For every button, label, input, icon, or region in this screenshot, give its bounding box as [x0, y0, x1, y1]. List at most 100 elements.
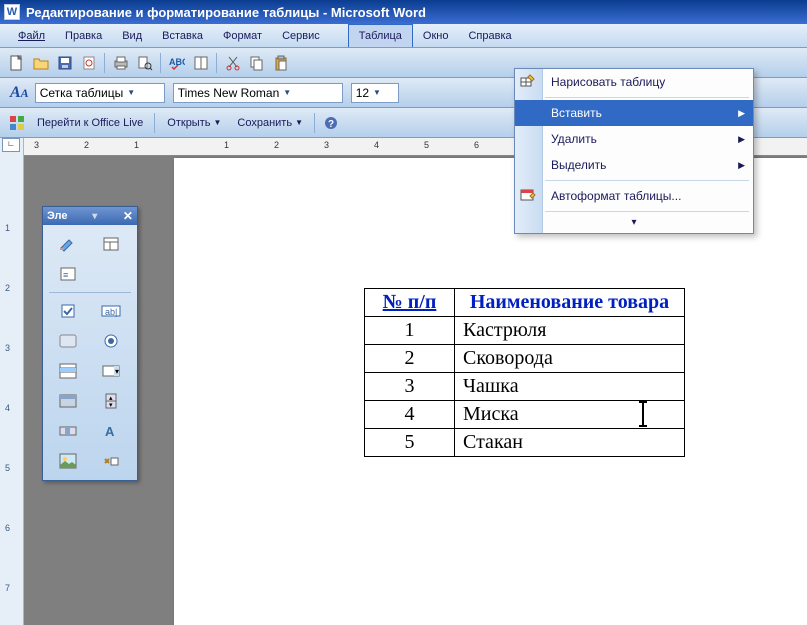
view-code-button[interactable]: ≡: [49, 261, 87, 287]
ruler-mark: 1: [5, 223, 10, 233]
svg-text:A: A: [105, 424, 115, 439]
officelive-save-button[interactable]: Сохранить▼: [230, 112, 310, 134]
cell-name[interactable]: Миска: [455, 401, 685, 429]
more-controls-button[interactable]: [92, 448, 130, 474]
cell-name[interactable]: Кастрюля: [455, 317, 685, 345]
header-name: Наименование товара: [455, 289, 685, 317]
fontsize-combo[interactable]: 12 ▼: [351, 83, 399, 103]
menu-delete-submenu[interactable]: Удалить ▶: [515, 126, 753, 152]
ruler-mark: 3: [34, 140, 39, 150]
menu-view[interactable]: Вид: [112, 24, 152, 47]
menu-insert-submenu[interactable]: Вставить ▶: [515, 100, 753, 126]
window-title: Редактирование и форматирование таблицы …: [26, 5, 426, 20]
menu-select-submenu[interactable]: Выделить ▶: [515, 152, 753, 178]
officelive-open-button[interactable]: Открыть▼: [160, 112, 228, 134]
textbox-control-button[interactable]: ab|: [92, 298, 130, 324]
table-row[interactable]: 4 Миска: [365, 401, 685, 429]
style-combo[interactable]: Сетка таблицы ▼: [35, 83, 165, 103]
menu-insert[interactable]: Вставка: [152, 24, 213, 47]
cell-num[interactable]: 4: [365, 401, 455, 429]
table-menu-dropdown: Нарисовать таблицу Вставить ▶ Удалить ▶ …: [514, 68, 754, 234]
autoformat-icon: [519, 186, 537, 204]
svg-text:≡: ≡: [63, 270, 68, 280]
toggle-button-control[interactable]: [49, 388, 87, 414]
cut-button[interactable]: [222, 52, 244, 74]
styles-icon: AA: [10, 84, 29, 102]
table-row[interactable]: 1 Кастрюля: [365, 317, 685, 345]
text-cursor-icon: [642, 403, 644, 425]
ruler-mark: 2: [84, 140, 89, 150]
toolbox-drag-handle-icon[interactable]: ▾: [92, 211, 98, 222]
menu-tools[interactable]: Сервис: [272, 24, 330, 47]
menu-expand-icon[interactable]: ▾: [515, 214, 753, 233]
ruler-mark: 5: [5, 463, 10, 473]
checkbox-control-button[interactable]: [49, 298, 87, 324]
menu-autoformat[interactable]: Автоформат таблицы...: [515, 183, 753, 209]
table-row[interactable]: 2 Сковорода: [365, 345, 685, 373]
svg-text:▾: ▾: [115, 367, 119, 376]
combobox-control-button[interactable]: ▾: [92, 358, 130, 384]
svg-text:?: ?: [328, 119, 334, 130]
menu-format[interactable]: Формат: [213, 24, 272, 47]
new-doc-button[interactable]: [6, 52, 28, 74]
ruler-mark: 1: [134, 140, 139, 150]
scrollbar-control[interactable]: [49, 418, 87, 444]
officelive-icon[interactable]: [6, 112, 28, 134]
toolbox-titlebar[interactable]: Эле ▾ ✕: [43, 207, 137, 225]
ruler-mark: 6: [5, 523, 10, 533]
menu-help[interactable]: Справка: [458, 24, 521, 47]
research-button[interactable]: [190, 52, 212, 74]
spellcheck-button[interactable]: ABC: [166, 52, 188, 74]
ruler-mark: 3: [5, 343, 10, 353]
label-control-button[interactable]: A: [92, 418, 130, 444]
menu-edit[interactable]: Правка: [55, 24, 112, 47]
table-header-row: № п/п Наименование товара: [365, 289, 685, 317]
spin-button-control[interactable]: ▴▾: [92, 388, 130, 414]
properties-button[interactable]: [92, 231, 130, 257]
font-combo[interactable]: Times New Roman ▼: [173, 83, 343, 103]
ruler-mark: 2: [5, 283, 10, 293]
image-control-button[interactable]: [49, 448, 87, 474]
cell-name[interactable]: Сковорода: [455, 345, 685, 373]
command-button-control[interactable]: [49, 328, 87, 354]
svg-text:▾: ▾: [109, 402, 113, 409]
table-row[interactable]: 5 Стакан: [365, 429, 685, 457]
help-button[interactable]: ?: [320, 112, 342, 134]
print-button[interactable]: [110, 52, 132, 74]
menu-table[interactable]: Таблица: [348, 24, 413, 47]
chevron-down-icon: ▼: [127, 88, 135, 97]
cell-num[interactable]: 1: [365, 317, 455, 345]
save-button[interactable]: [54, 52, 76, 74]
chevron-down-icon: ▼: [373, 88, 381, 97]
menu-file[interactable]: Файл: [8, 24, 55, 47]
paste-button[interactable]: [270, 52, 292, 74]
style-combo-text: Сетка таблицы: [40, 86, 124, 100]
menu-bar: Файл Правка Вид Вставка Формат Сервис Та…: [0, 24, 807, 48]
cell-name[interactable]: Чашка: [455, 373, 685, 401]
listbox-control-button[interactable]: [49, 358, 87, 384]
menu-window[interactable]: Окно: [413, 24, 459, 47]
ruler-corner-icon: ∟: [2, 138, 20, 152]
ruler-mark: 2: [274, 140, 279, 150]
ruler-mark: 4: [374, 140, 379, 150]
open-button[interactable]: [30, 52, 52, 74]
cell-num[interactable]: 2: [365, 345, 455, 373]
cell-name[interactable]: Стакан: [455, 429, 685, 457]
ruler-mark: 6: [474, 140, 479, 150]
cell-num[interactable]: 5: [365, 429, 455, 457]
data-table[interactable]: № п/п Наименование товара 1 Кастрюля 2 С…: [364, 288, 685, 457]
toolbox-title: Эле: [47, 210, 68, 222]
title-bar: W Редактирование и форматирование таблиц…: [0, 0, 807, 24]
officelive-goto-button[interactable]: Перейти к Office Live: [30, 112, 150, 134]
copy-button[interactable]: [246, 52, 268, 74]
controls-toolbox[interactable]: Эле ▾ ✕ ≡ ab| ▾ ▴▾ A: [42, 206, 138, 481]
print-preview-button[interactable]: [134, 52, 156, 74]
table-row[interactable]: 3 Чашка: [365, 373, 685, 401]
permissions-button[interactable]: [78, 52, 100, 74]
cell-num[interactable]: 3: [365, 373, 455, 401]
ruler-mark: 4: [5, 403, 10, 413]
option-button-control[interactable]: [92, 328, 130, 354]
design-mode-button[interactable]: [49, 231, 87, 257]
toolbox-close-icon[interactable]: ✕: [123, 209, 133, 223]
menu-draw-table[interactable]: Нарисовать таблицу: [515, 69, 753, 95]
